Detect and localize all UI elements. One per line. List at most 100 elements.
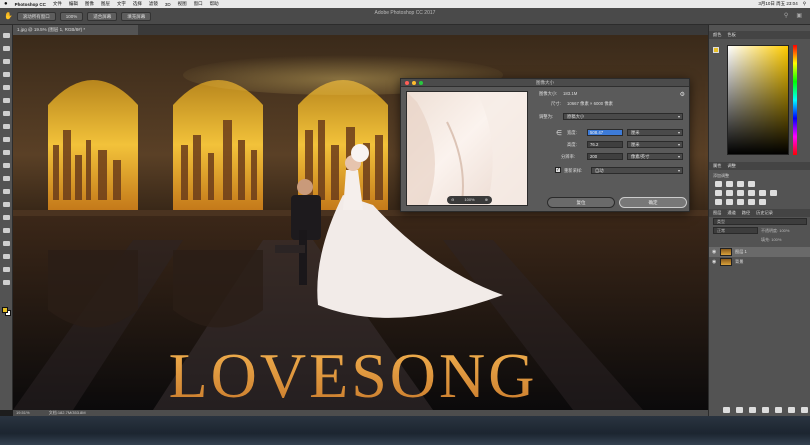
hand-tool-icon[interactable] bbox=[3, 267, 10, 272]
panel-foreground-swatch[interactable] bbox=[713, 47, 719, 53]
menu-layer[interactable]: 图层 bbox=[101, 1, 110, 7]
layer-row[interactable]: ◉ 背景 bbox=[709, 257, 810, 267]
fit-screen-button[interactable]: 适合屏幕 bbox=[87, 11, 118, 21]
workspace-icon[interactable]: ▣ bbox=[796, 12, 802, 19]
vibrance-icon[interactable] bbox=[715, 190, 722, 196]
fill-field[interactable]: 填充: 100% bbox=[761, 236, 807, 243]
document-tab[interactable]: 1.jpg @ 19.5% (图层 1, RGB/8#) * bbox=[13, 25, 138, 35]
tab-swatches[interactable]: 色板 bbox=[727, 31, 735, 39]
zoom-in-icon[interactable]: ⊕ bbox=[485, 196, 488, 204]
close-icon[interactable] bbox=[405, 81, 409, 85]
path-select-tool-icon[interactable] bbox=[3, 241, 10, 246]
spotlight-icon[interactable]: ⚲ bbox=[803, 1, 806, 7]
resolution-input[interactable]: 200 bbox=[587, 153, 623, 160]
fx-icon[interactable] bbox=[736, 407, 743, 413]
tab-properties[interactable]: 属性 bbox=[713, 162, 721, 170]
tab-channels[interactable]: 通道 bbox=[727, 209, 735, 217]
preview-pane[interactable]: ⊖ 100% ⊕ bbox=[406, 91, 528, 206]
tab-layers[interactable]: 图层 bbox=[713, 209, 721, 217]
blur-tool-icon[interactable] bbox=[3, 189, 10, 194]
photo-filter-icon[interactable] bbox=[759, 190, 766, 196]
eraser-tool-icon[interactable] bbox=[3, 163, 10, 168]
exposure-icon[interactable] bbox=[748, 181, 755, 187]
brush-tool-icon[interactable] bbox=[3, 124, 10, 129]
shape-tool-icon[interactable] bbox=[3, 254, 10, 259]
zoom-icon[interactable] bbox=[419, 81, 423, 85]
gradient-tool-icon[interactable] bbox=[3, 176, 10, 181]
pen-tool-icon[interactable] bbox=[3, 215, 10, 220]
width-input[interactable]: 508.47 bbox=[587, 129, 623, 136]
adjustment-layer-icon[interactable] bbox=[762, 407, 769, 413]
height-unit-select[interactable]: 厘米 bbox=[627, 141, 683, 148]
hue-sat-icon[interactable] bbox=[726, 190, 733, 196]
invert-icon[interactable] bbox=[715, 199, 722, 205]
menu-view[interactable]: 视图 bbox=[178, 1, 187, 7]
menu-3d[interactable]: 3D bbox=[165, 2, 171, 7]
search-icon[interactable]: ⚲ bbox=[784, 12, 788, 19]
zoom-tool-icon[interactable] bbox=[3, 280, 10, 285]
healing-tool-icon[interactable] bbox=[3, 111, 10, 116]
minimize-icon[interactable] bbox=[412, 81, 416, 85]
zoom-out-icon[interactable]: ⊖ bbox=[451, 196, 454, 204]
height-input[interactable]: 76.2 bbox=[587, 141, 623, 148]
ok-button[interactable]: 确定 bbox=[619, 197, 687, 208]
resample-checkbox[interactable]: ✓ bbox=[555, 167, 561, 173]
menu-edit[interactable]: 编辑 bbox=[69, 1, 78, 7]
layer-row[interactable]: ◉ 图层 1 bbox=[709, 247, 810, 257]
eye-icon[interactable]: ◉ bbox=[712, 259, 717, 265]
fit-to-select[interactable]: 原稿大小 bbox=[563, 113, 683, 120]
fill-screen-button[interactable]: 填充屏幕 bbox=[121, 11, 152, 21]
tab-color[interactable]: 颜色 bbox=[713, 31, 721, 39]
resample-select[interactable]: 自动 bbox=[591, 167, 683, 174]
color-balance-icon[interactable] bbox=[737, 190, 744, 196]
eyedropper-tool-icon[interactable] bbox=[3, 98, 10, 103]
gradient-map-icon[interactable] bbox=[748, 199, 755, 205]
selective-color-icon[interactable] bbox=[759, 199, 766, 205]
type-tool-icon[interactable] bbox=[3, 228, 10, 233]
status-zoom[interactable]: 19.51% bbox=[16, 410, 30, 415]
resolution-unit-select[interactable]: 像素/英寸 bbox=[627, 153, 683, 160]
width-unit-select[interactable]: 厘米 bbox=[627, 129, 683, 136]
preview-zoom-control[interactable]: ⊖ 100% ⊕ bbox=[447, 196, 492, 204]
zoom-100-button[interactable]: 100% bbox=[59, 11, 84, 21]
menu-image[interactable]: 图像 bbox=[85, 1, 94, 7]
posterize-icon[interactable] bbox=[726, 199, 733, 205]
menu-type[interactable]: 文字 bbox=[117, 1, 126, 7]
menu-select[interactable]: 选择 bbox=[133, 1, 142, 7]
menu-window[interactable]: 窗口 bbox=[194, 1, 203, 7]
history-brush-tool-icon[interactable] bbox=[3, 150, 10, 155]
blend-mode-select[interactable]: 正常 bbox=[713, 227, 758, 234]
document-canvas[interactable]: LOVESONG 图像大小 ⊖ 100% ⊕ ⚙ 图像大小: 183.1M 尺寸… bbox=[13, 35, 708, 410]
menu-file[interactable]: 文件 bbox=[53, 1, 62, 7]
hand-tool-icon[interactable]: ✋ bbox=[4, 12, 13, 20]
levels-icon[interactable] bbox=[726, 181, 733, 187]
menu-filter[interactable]: 滤镜 bbox=[149, 1, 158, 7]
black-white-icon[interactable] bbox=[748, 190, 755, 196]
trash-icon[interactable] bbox=[801, 407, 808, 413]
scroll-all-windows-button[interactable]: 滚动所有窗口 bbox=[16, 11, 56, 21]
link-layers-icon[interactable] bbox=[723, 407, 730, 413]
settings-gear-icon[interactable]: ⚙ bbox=[680, 91, 685, 98]
menu-help[interactable]: 帮助 bbox=[210, 1, 219, 7]
quick-select-tool-icon[interactable] bbox=[3, 72, 10, 77]
move-tool-icon[interactable] bbox=[3, 33, 10, 38]
hue-slider[interactable] bbox=[793, 45, 797, 155]
crop-tool-icon[interactable] bbox=[3, 85, 10, 90]
brightness-icon[interactable] bbox=[715, 181, 722, 187]
opacity-field[interactable]: 不透明度: 100% bbox=[761, 227, 807, 234]
new-layer-icon[interactable] bbox=[788, 407, 795, 413]
threshold-icon[interactable] bbox=[737, 199, 744, 205]
tab-adjustments[interactable]: 调整 bbox=[727, 162, 735, 170]
link-dimensions-icon[interactable]: ∈ bbox=[556, 129, 562, 137]
dodge-tool-icon[interactable] bbox=[3, 202, 10, 207]
eye-icon[interactable]: ◉ bbox=[712, 249, 717, 255]
lasso-tool-icon[interactable] bbox=[3, 59, 10, 64]
foreground-color-swatch[interactable] bbox=[2, 307, 8, 313]
mask-icon[interactable] bbox=[749, 407, 756, 413]
channel-mixer-icon[interactable] bbox=[770, 190, 777, 196]
curves-icon[interactable] bbox=[737, 181, 744, 187]
reset-button[interactable]: 复位 bbox=[547, 197, 615, 208]
color-field[interactable] bbox=[727, 45, 789, 155]
tab-paths[interactable]: 路径 bbox=[742, 209, 750, 217]
layer-filter-select[interactable]: 类型 bbox=[713, 218, 807, 225]
